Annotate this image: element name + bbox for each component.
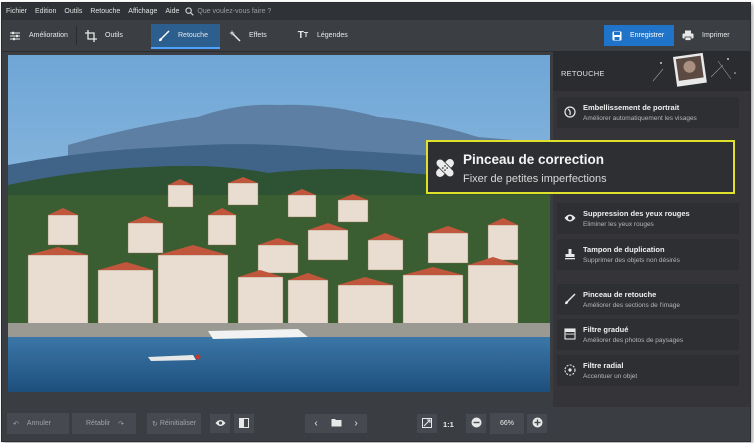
crop-icon — [85, 29, 97, 42]
tool-title: Pinceau de retouche — [583, 290, 657, 299]
panel-header: RETOUCHE — [553, 51, 750, 91]
save-label: Enregistrer — [630, 32, 665, 39]
tool-portrait-enhancement[interactable]: Embellissement de portrait Améliorer aut… — [557, 97, 739, 128]
menu-edition[interactable]: Edition — [31, 8, 60, 15]
reset-icon: ↻ — [152, 420, 158, 428]
tab-legendes[interactable]: TT Légendes — [290, 24, 360, 47]
undo-label: Annuler — [26, 420, 52, 427]
undo-icon: ↶ — [13, 420, 19, 428]
tool-title: Filtre gradué — [583, 325, 629, 334]
tab-retouche[interactable]: Retouche — [151, 24, 220, 49]
print-button[interactable]: Imprimer — [678, 25, 744, 46]
tool-subtitle: Supprimer des objets non désirés — [583, 257, 680, 264]
zoom-level[interactable]: 66% — [490, 413, 524, 434]
preview-toggle-button[interactable] — [210, 414, 230, 433]
bandage-icon — [433, 156, 457, 180]
next-image-button[interactable]: › — [345, 414, 367, 433]
tool-title: Pinceau de correction — [463, 152, 605, 167]
compare-icon — [239, 417, 249, 430]
tool-subtitle: Améliorer des sections de l'image — [583, 302, 680, 309]
tool-subtitle: Eliminer les yeux rouges — [583, 221, 654, 228]
app-window: Fichier Edition Outils Retouche Affichag… — [1, 2, 751, 442]
menu-aide[interactable]: Aide — [161, 8, 183, 15]
stamp-icon — [564, 248, 576, 260]
tab-amelioration[interactable]: Amélioration — [2, 24, 74, 47]
previous-image-button[interactable]: ‹ — [305, 414, 327, 433]
chevron-right-icon: › — [354, 418, 358, 429]
chevron-left-icon: ‹ — [314, 418, 318, 429]
tab-outils[interactable]: Outils — [78, 24, 148, 47]
tool-subtitle: Améliorer des photos de paysages — [583, 337, 684, 344]
sliders-icon — [9, 30, 21, 42]
minus-icon — [471, 417, 482, 430]
eye-icon — [564, 212, 576, 224]
plus-icon — [532, 417, 543, 430]
redo-icon: ↷ — [118, 420, 124, 428]
main-toolbar: Amélioration Outils Retouche Effets TT L… — [2, 20, 750, 52]
photo-canvas[interactable] — [8, 55, 550, 392]
tab-effets[interactable]: Effets — [222, 24, 288, 47]
tool-retouch-brush[interactable]: Pinceau de retouche Améliorer des sectio… — [557, 284, 739, 315]
tab-legendes-label: Légendes — [317, 32, 348, 39]
text-icon: TT — [297, 30, 309, 41]
undo-button[interactable]: ↶ Annuler — [7, 413, 69, 434]
print-label: Imprimer — [702, 32, 730, 39]
menu-retouche[interactable]: Retouche — [86, 8, 124, 15]
fit-screen-button[interactable] — [417, 414, 437, 433]
bottom-bar: ↶ Annuler Rétablir ↷ ↻ Réinitialiser ‹ ›… — [2, 407, 750, 441]
toolbar-divider — [76, 26, 77, 45]
gradient-icon — [564, 328, 576, 340]
tool-title: Filtre radial — [583, 361, 624, 370]
tool-red-eye-removal[interactable]: Suppression des yeux rouges Eliminer les… — [557, 203, 739, 234]
tool-title: Suppression des yeux rouges — [583, 209, 690, 218]
tab-effets-label: Effets — [249, 32, 267, 39]
tab-retouche-label: Retouche — [178, 32, 208, 39]
folder-icon — [331, 418, 342, 429]
magic-wand-icon — [229, 29, 241, 42]
tool-healing-brush[interactable]: Pinceau de correction Fixer de petites i… — [426, 140, 735, 194]
printer-icon — [682, 30, 694, 41]
tab-outils-label: Outils — [105, 32, 123, 39]
tool-graduated-filter[interactable]: Filtre gradué Améliorer des photos de pa… — [557, 319, 739, 350]
tool-radial-filter[interactable]: Filtre radial Accentuer un objet — [557, 355, 739, 386]
tool-clone-stamp[interactable]: Tampon de duplication Supprimer des obje… — [557, 239, 739, 270]
harbor-town-photo — [8, 55, 550, 392]
tool-subtitle: Fixer de petites imperfections — [463, 173, 607, 185]
search-icon — [185, 7, 195, 16]
brush-icon — [564, 293, 576, 305]
reset-button[interactable]: ↻ Réinitialiser — [147, 413, 201, 434]
panel-title: RETOUCHE — [561, 69, 605, 78]
tab-amelioration-label: Amélioration — [29, 32, 68, 39]
menu-bar: Fichier Edition Outils Retouche Affichag… — [2, 3, 750, 20]
search-box[interactable]: Que voulez-vous faire ? — [185, 7, 271, 16]
zoom-out-button[interactable] — [466, 414, 486, 433]
open-folder-button[interactable] — [325, 414, 347, 433]
retouche-panel: RETOUCHE Embellissement de portrait Amél… — [553, 51, 750, 407]
tool-title: Embellissement de portrait — [583, 103, 680, 112]
compare-button[interactable] — [234, 414, 254, 433]
reset-label: Réinitialiser — [159, 420, 197, 427]
eye-icon — [215, 419, 226, 429]
zoom-ratio-button[interactable]: 1:1 — [443, 420, 454, 429]
tool-subtitle: Améliorer automatiquement les visages — [583, 115, 697, 122]
redo-button[interactable]: Rétablir ↷ — [72, 413, 136, 434]
zoom-in-button[interactable] — [527, 414, 547, 433]
brush-icon — [158, 29, 170, 42]
floppy-icon — [612, 31, 622, 41]
menu-outils[interactable]: Outils — [60, 8, 86, 15]
menu-affichage[interactable]: Affichage — [124, 8, 161, 15]
portrait-icon — [564, 106, 576, 118]
search-input[interactable]: Que voulez-vous faire ? — [197, 8, 271, 15]
tool-subtitle: Accentuer un objet — [583, 373, 638, 380]
fit-screen-icon — [422, 417, 432, 430]
radial-icon — [564, 364, 576, 376]
save-button[interactable]: Enregistrer — [604, 25, 674, 46]
menu-fichier[interactable]: Fichier — [2, 8, 31, 15]
redo-label: Rétablir — [86, 420, 111, 427]
tool-title: Tampon de duplication — [583, 245, 665, 254]
